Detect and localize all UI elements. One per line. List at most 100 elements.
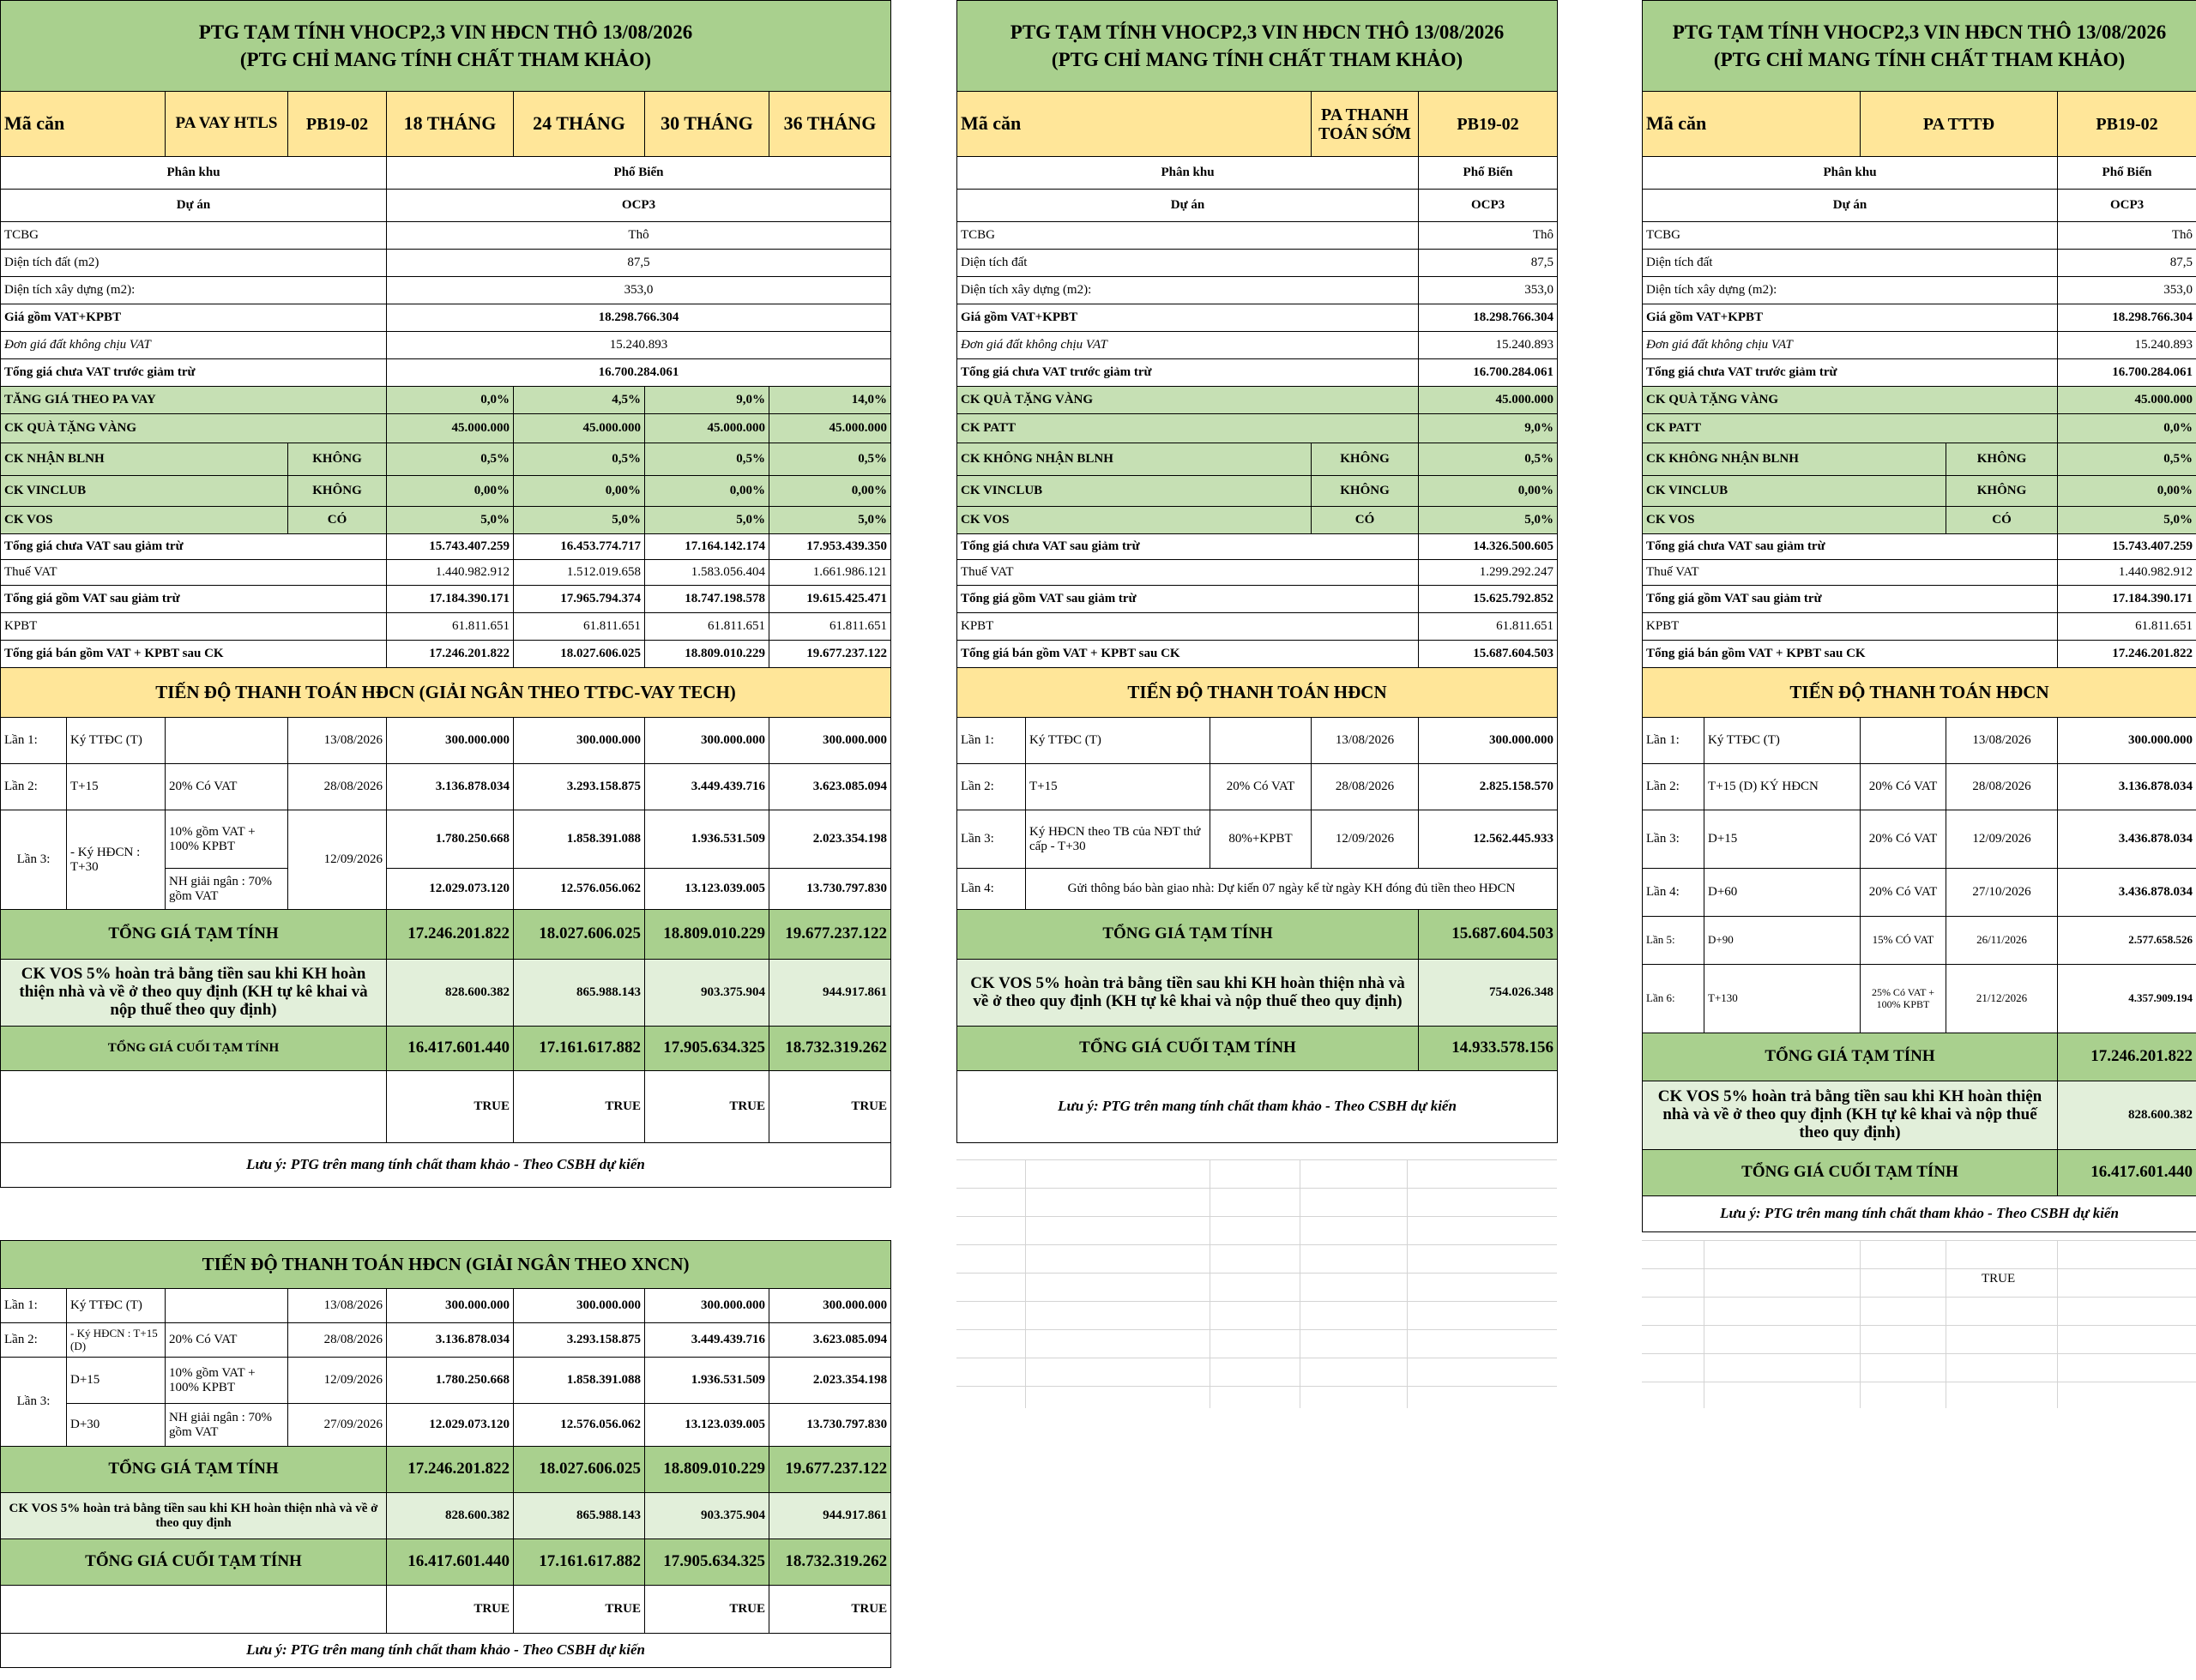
unit-code: PB19-02 (287, 91, 387, 157)
tong-sau-cell: 17.953.439.350 (769, 533, 891, 560)
gia-vat-label: Giá gồm VAT+KPBT (1642, 304, 2058, 332)
don-gia-label: Đơn giá đất không chịu VAT (0, 331, 387, 359)
tcbg-label: TCBG (956, 221, 1419, 250)
tang-gia-cell: 4,5% (513, 386, 645, 414)
tong-cuoi: 14.933.578.156 (1417, 1026, 1559, 1071)
milestone: D+90 (1704, 916, 1861, 965)
pa-name: PA TTTĐ (1860, 91, 2058, 157)
pay-cell: 3.436.878.034 (2056, 810, 2196, 869)
pay-cell: 1.936.531.509 (644, 1357, 769, 1404)
date: 27/09/2026 (287, 1403, 387, 1447)
tong-gom-cell: 17.965.794.374 (513, 585, 645, 613)
tong-gom-label: Tổng giá gồm VAT sau giảm trừ (1642, 585, 2058, 613)
tong-sau-cell: 15.743.407.259 (386, 533, 514, 560)
ck-vos-cell: 5,0% (386, 506, 514, 534)
ck-vang-label: CK QUÀ TẶNG VÀNG (1642, 386, 2058, 414)
ck-vinclub-flag: KHÔNG (1311, 475, 1419, 507)
tong-tam-cell: 19.677.237.122 (768, 1446, 892, 1493)
ck-patt-label: CK PATT (1642, 413, 2058, 443)
dt-dat: 87,5 (1417, 249, 1559, 277)
kpbt-cell: 61.811.651 (644, 612, 769, 641)
ck-blnh-label: CK KHÔNG NHẬN BLNH (1642, 443, 1946, 476)
pay-cell: 13.730.797.830 (769, 868, 891, 910)
tong-tam-cell: 19.677.237.122 (769, 909, 891, 960)
vos-cell: 944.917.861 (769, 959, 891, 1027)
check-true: TRUE (1982, 1272, 2016, 1286)
date: 12/09/2026 (1946, 810, 2058, 869)
ck-vos-label: CK VOS (0, 506, 288, 534)
tang-gia-cell: 14,0% (769, 386, 891, 414)
phan-khu: Phố Biển (386, 156, 891, 190)
title: PTG TẠM TÍNH VHOCP2,3 VIN HĐCN THÔ 13/08… (1641, 0, 2196, 92)
tong-tam-label: TỔNG GIÁ TẠM TÍNH (956, 909, 1419, 960)
tong-ban-cell: 19.677.237.122 (769, 640, 891, 668)
dt-xd-label: Diện tích xây dựng (m2): (1642, 276, 2058, 304)
ck-vos-flag: CÓ (287, 506, 387, 534)
date: 13/08/2026 (287, 1288, 387, 1323)
unit-code: PB19-02 (1417, 91, 1559, 157)
pct-note: 20% Có VAT (1860, 810, 1946, 869)
kpbt-label: KPBT (0, 612, 387, 641)
ck-vinclub-cell: 0,00% (513, 475, 645, 507)
pay-cell: 3.136.878.034 (386, 1322, 514, 1358)
tong-sau-label: Tổng giá chưa VAT sau giảm trừ (0, 533, 387, 560)
kpbt-cell: 61.811.651 (769, 612, 891, 641)
pct-note: 25% Có VAT + 100% KPBT (1860, 964, 1946, 1033)
tong-cuoi-cell: 18.732.319.262 (768, 1538, 892, 1586)
tong-tam-cell: 18.027.606.025 (513, 909, 645, 960)
lan-label: Lần 3: (956, 810, 1026, 869)
check-true: TRUE (513, 1585, 645, 1634)
pay-cell: 300.000.000 (513, 717, 645, 764)
thue: 1.299.292.247 (1417, 559, 1559, 586)
lan-label: Lần 1: (0, 717, 67, 764)
tong-gom-label: Tổng giá gồm VAT sau giảm trừ (0, 585, 387, 613)
schedule-title: TIẾN ĐỘ THANH TOÁN HĐCN (GIẢI NGÂN THEO … (0, 667, 891, 718)
du-an-label: Dự án (956, 189, 1419, 222)
pay-cell: 13.123.039.005 (644, 1403, 769, 1447)
tcbg: Thô (2056, 221, 2196, 250)
gia-vat: 18.298.766.304 (2056, 304, 2196, 332)
grid-line (1407, 1159, 1408, 1408)
tong-cuoi-label: TỔNG GIÁ CUỐI TẠM TÍNH (956, 1026, 1419, 1071)
check-true: TRUE (644, 1070, 769, 1143)
pay-cell: 3.436.878.034 (2056, 868, 2196, 917)
pa-name: PA THANH TOÁN SỚM (1311, 91, 1419, 157)
tong-sau-label: Tổng giá chưa VAT sau giảm trừ (1642, 533, 2058, 560)
tang-gia-cell: 9,0% (644, 386, 769, 414)
ck-vos-cell: 5,0% (513, 506, 645, 534)
tcbg-label: TCBG (1642, 221, 2058, 250)
ck-vinclub-label: CK VINCLUB (0, 475, 288, 507)
milestone: Ký TTĐC (T) (66, 1288, 166, 1323)
pay-cell: 3.449.439.716 (644, 763, 769, 810)
lan-label: Lần 1: (1642, 717, 1704, 764)
pct-note: 80%+KPBT (1210, 810, 1312, 869)
milestone: D+15 (66, 1357, 166, 1404)
tong-cuoi-cell: 16.417.601.440 (386, 1538, 514, 1586)
tong-gom-cell: 18.747.198.578 (644, 585, 769, 613)
pay-cell: 300.000.000 (513, 1288, 645, 1323)
lan-label: Lần 4: (1642, 868, 1704, 917)
tong-tam-label: TỔNG GIÁ TẠM TÍNH (1642, 1033, 2058, 1081)
grid-line (1860, 1240, 1861, 1408)
date: 28/08/2026 (1946, 763, 2058, 810)
pay-cell: 2.023.354.198 (769, 810, 891, 869)
pay-cell: 13.730.797.830 (768, 1403, 892, 1447)
thue-cell: 1.440.982.912 (386, 559, 514, 586)
pay-cell: 12.576.056.062 (513, 868, 645, 910)
date: 12/09/2026 (1311, 810, 1419, 869)
ma-can-label: Mã căn (956, 91, 1312, 157)
ma-can-label: Mã căn (0, 91, 166, 157)
vos-label: CK VOS 5% hoàn trả bằng tiền sau khi KH … (0, 959, 387, 1027)
sheet-pa-thanh-toan-som: PTG TẠM TÍNH VHOCP2,3 VIN HĐCN THÔ 13/08… (956, 0, 1559, 1143)
pct-note: 20% Có VAT (1860, 868, 1946, 917)
ck-vinclub-cell: 0,00% (644, 475, 769, 507)
term-36: 36 THÁNG (769, 91, 891, 157)
tong-sau: 14.326.500.605 (1417, 533, 1559, 560)
lan-label: Lần 2: (0, 1322, 67, 1358)
ck-vos-label: CK VOS (956, 506, 1312, 534)
ck-vinclub-flag: KHÔNG (1946, 475, 2058, 507)
tong-gom-cell: 17.184.390.171 (386, 585, 514, 613)
pay-cell: 300.000.000 (644, 1288, 769, 1323)
pay-cell: 1.780.250.668 (386, 810, 514, 869)
date: 26/11/2026 (1946, 916, 2058, 965)
